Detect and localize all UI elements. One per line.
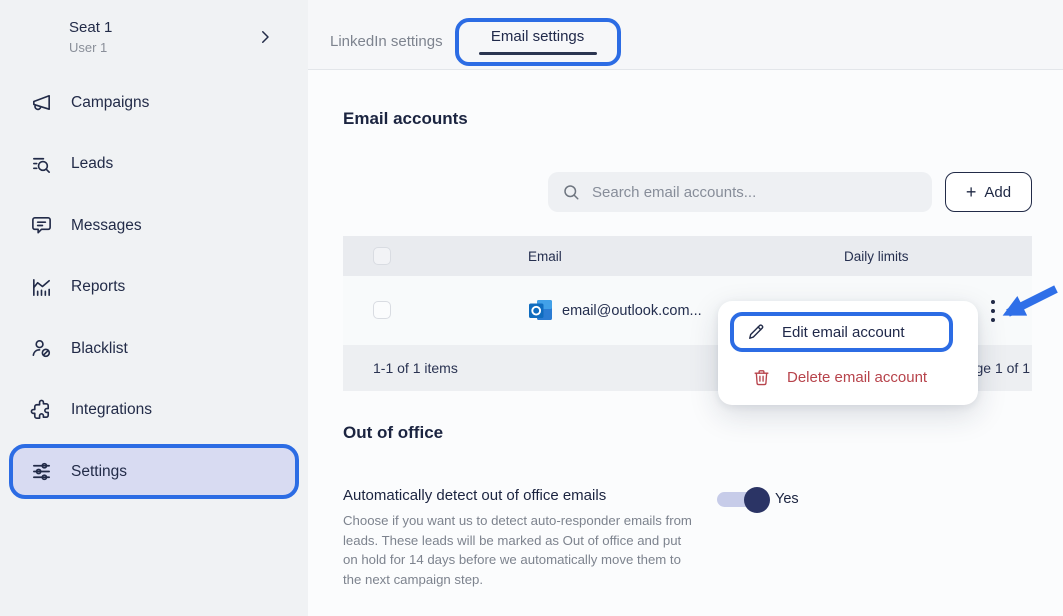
menu-item-label: Delete email account [787, 369, 927, 386]
search-input[interactable] [590, 183, 932, 202]
sidebar-item-integrations[interactable]: Integrations [0, 380, 308, 442]
seat-switcher[interactable]: Seat 1 User 1 [0, 19, 308, 63]
sidebar-item-reports[interactable]: Reports [0, 257, 308, 319]
toggle-knob [744, 487, 770, 513]
sidebar-item-label: Messages [71, 217, 142, 235]
outlook-icon [528, 297, 554, 323]
puzzle-icon [29, 398, 53, 422]
seat-subtitle: User 1 [69, 40, 107, 55]
sidebar-item-leads[interactable]: Leads [0, 134, 308, 196]
search-email-accounts [548, 172, 932, 212]
select-all-checkbox[interactable] [373, 247, 391, 265]
megaphone-icon [29, 91, 53, 115]
tab-linkedin-settings[interactable]: LinkedIn settings [330, 33, 443, 50]
ooo-setting-label: Automatically detect out of office email… [343, 487, 606, 504]
app-window: Seat 1 User 1 Campaigns Leads [0, 0, 1063, 616]
sidebar-item-label: Integrations [71, 401, 152, 419]
table-header: Email Daily limits [343, 236, 1032, 276]
ooo-setting-description: Choose if you want us to detect auto-res… [343, 511, 693, 589]
sidebar-item-label: Campaigns [71, 94, 149, 112]
sidebar-item-blacklist[interactable]: Blacklist [0, 318, 308, 380]
sidebar-item-campaigns[interactable]: Campaigns [0, 72, 308, 134]
row-actions-menu: Edit email account Delete email account [718, 301, 978, 405]
menu-item-delete-email-account[interactable]: Delete email account [752, 359, 927, 395]
annotation-arrow-icon [990, 283, 1062, 329]
email-accounts-toolbar: + Add [548, 172, 1032, 212]
search-icon [562, 183, 580, 201]
trash-icon [752, 368, 771, 387]
row-checkbox[interactable] [373, 301, 391, 319]
pagination-items-label: 1-1 of 1 items [373, 360, 458, 376]
pencil-icon [746, 322, 766, 342]
menu-item-label: Edit email account [782, 324, 905, 341]
column-header-daily-limits: Daily limits [844, 236, 909, 276]
sidebar-item-settings[interactable]: Settings [9, 444, 299, 499]
sidebar-item-label: Leads [71, 155, 113, 173]
active-tab-underline [479, 52, 597, 55]
chat-bubble-icon [29, 214, 53, 238]
toggle-value-label: Yes [775, 491, 799, 507]
settings-tab-bar: LinkedIn settings Email settings [308, 0, 1063, 70]
sidebar-item-label: Reports [71, 278, 125, 296]
tab-email-settings[interactable]: Email settings [455, 18, 621, 66]
sidebar-item-label: Settings [71, 463, 127, 481]
out-of-office-title: Out of office [343, 423, 443, 443]
plus-icon: + [966, 183, 977, 201]
tab-email-settings-label: Email settings [491, 28, 584, 46]
column-header-email: Email [528, 236, 562, 276]
sliders-icon [29, 460, 53, 484]
user-block-icon [29, 337, 53, 361]
ooo-toggle[interactable] [717, 492, 767, 507]
add-email-account-button[interactable]: + Add [945, 172, 1032, 212]
add-button-label: Add [984, 184, 1011, 201]
email-cell: email@outlook.com... [562, 276, 702, 345]
search-list-icon [29, 152, 53, 176]
sidebar-item-messages[interactable]: Messages [0, 195, 308, 257]
sidebar-nav: Campaigns Leads Messages Reports [0, 72, 308, 502]
sidebar-item-label: Blacklist [71, 340, 128, 358]
chart-icon [29, 275, 53, 299]
seat-title: Seat 1 [69, 19, 112, 36]
chevron-right-icon [256, 28, 274, 46]
sidebar: Seat 1 User 1 Campaigns Leads [0, 0, 308, 616]
email-accounts-title: Email accounts [343, 109, 468, 129]
menu-item-edit-email-account[interactable]: Edit email account [730, 312, 953, 352]
